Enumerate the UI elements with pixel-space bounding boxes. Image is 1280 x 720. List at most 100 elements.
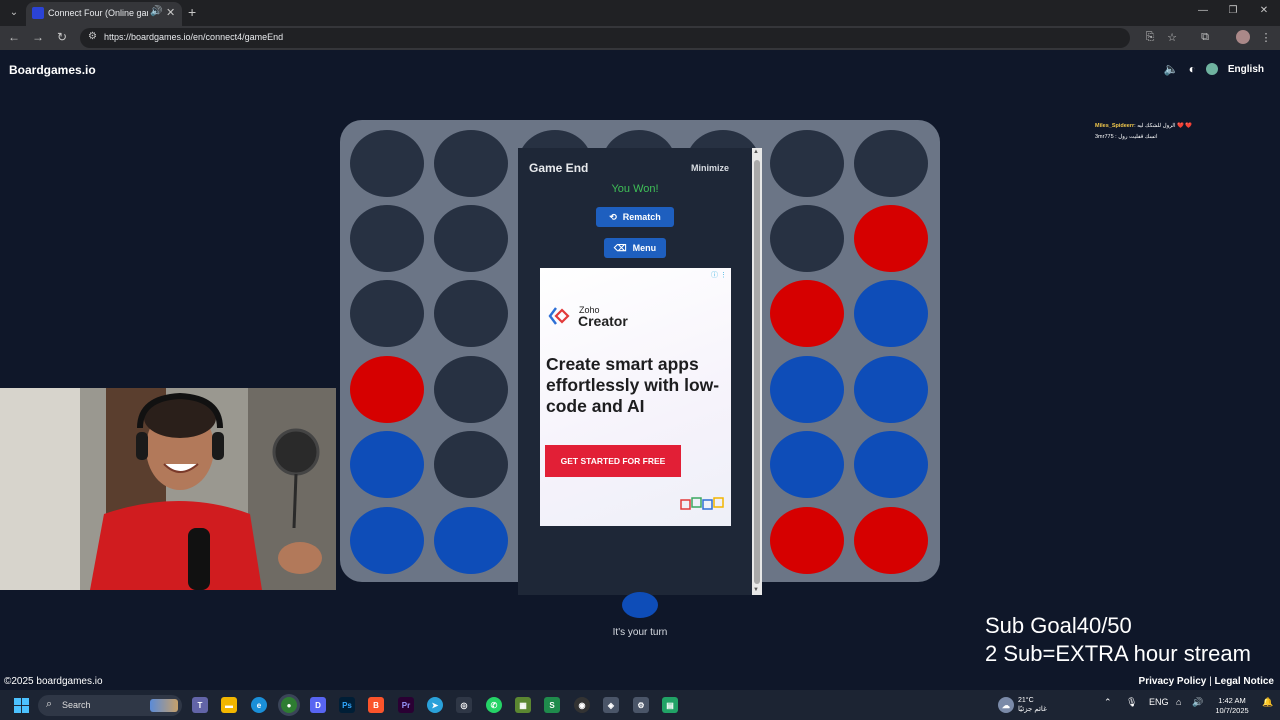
- board-slot-empty[interactable]: [854, 130, 928, 197]
- search-highlight-image: [150, 699, 178, 712]
- windows-taskbar: ⌕ Search T ▬ e ● D Ps B Pr ➤ ◎ ✆ ▦ S ◉ ◈…: [0, 690, 1280, 720]
- minecraft-icon[interactable]: ▦: [515, 697, 531, 713]
- site-info-icon[interactable]: ⚙: [88, 31, 97, 42]
- menu-button[interactable]: ⌫ Menu: [604, 238, 666, 258]
- board-disc-blue[interactable]: [770, 356, 844, 423]
- obs-icon[interactable]: ◉: [574, 697, 590, 713]
- windows-start-icon[interactable]: [14, 698, 29, 713]
- extensions-icon[interactable]: ⧉: [1198, 31, 1212, 44]
- board-slot-empty[interactable]: [434, 356, 508, 423]
- ad-choices-icon[interactable]: ⓘ ⋮: [711, 270, 727, 280]
- board-slot-empty[interactable]: [434, 431, 508, 498]
- board-disc-blue[interactable]: [854, 280, 928, 347]
- tab-list-chevron-icon[interactable]: ⌄: [6, 5, 22, 21]
- minimize-button[interactable]: Minimize: [691, 163, 729, 173]
- board-slot-empty[interactable]: [350, 130, 424, 197]
- telegram-icon[interactable]: ➤: [427, 697, 443, 713]
- site-logo[interactable]: Boardgames.io: [9, 63, 96, 77]
- new-tab-plus-icon[interactable]: +: [188, 4, 196, 20]
- microphone-icon[interactable]: 🎙: [1126, 697, 1137, 708]
- volume-icon[interactable]: 🔊: [1192, 697, 1203, 708]
- brave-icon[interactable]: B: [368, 697, 384, 713]
- language-selector[interactable]: English: [1228, 64, 1264, 75]
- window-minimize-icon[interactable]: —: [1196, 5, 1210, 16]
- app-icon[interactable]: ◈: [603, 697, 619, 713]
- board-slot-empty[interactable]: [770, 205, 844, 272]
- board-slot-empty[interactable]: [770, 130, 844, 197]
- scrollbar-thumb[interactable]: [754, 160, 760, 584]
- board-disc-blue[interactable]: [350, 431, 424, 498]
- window-restore-icon[interactable]: ❐: [1226, 5, 1240, 16]
- teams-icon[interactable]: T: [192, 697, 208, 713]
- board-slot-empty[interactable]: [434, 280, 508, 347]
- network-icon[interactable]: ⌂: [1176, 697, 1181, 707]
- bookmark-star-icon[interactable]: ☆: [1165, 31, 1179, 44]
- board-slot-empty[interactable]: [434, 205, 508, 272]
- sub-goal-line: Sub Goal40/50: [985, 613, 1132, 638]
- browser-menu-icon[interactable]: ⋮: [1259, 31, 1273, 44]
- spreadsheet-icon[interactable]: ▤: [662, 697, 678, 713]
- ad-headline: Create smart apps effortlessly with low-…: [546, 354, 720, 416]
- browser-tab-bar: ⌄ Connect Four (Online game 🔊 ✕ + — ❐ ✕: [0, 0, 1280, 26]
- whatsapp-icon[interactable]: ✆: [486, 697, 502, 713]
- footer-separator: |: [1206, 676, 1215, 687]
- sound-icon[interactable]: 🔈: [1164, 62, 1179, 76]
- browser-toolbar: ← → ↻ ⚙ https://boardgames.io/en/connect…: [0, 26, 1280, 50]
- url-text: https://boardgames.io/en/connect4/gameEn…: [104, 32, 284, 42]
- discord-icon[interactable]: D: [310, 697, 326, 713]
- chrome-icon[interactable]: ●: [281, 697, 297, 713]
- favicon-icon: [32, 7, 44, 19]
- notifications-icon[interactable]: 🔔: [1262, 697, 1273, 708]
- board-slot-empty[interactable]: [350, 205, 424, 272]
- board-slot-empty[interactable]: [434, 130, 508, 197]
- tray-chevron-icon[interactable]: ⌃: [1104, 697, 1112, 708]
- photoshop-icon[interactable]: Ps: [339, 697, 355, 713]
- board-disc-red[interactable]: [770, 280, 844, 347]
- clock-time: 1:42 AM: [1218, 696, 1246, 705]
- footer-copyright: ©2025 boardgames.io: [4, 676, 103, 687]
- panel-scrollbar[interactable]: ▲ ▼: [752, 148, 762, 595]
- xbox-icon[interactable]: ◎: [456, 697, 472, 713]
- rematch-button[interactable]: ⟲ Rematch: [596, 207, 674, 227]
- taskbar-clock[interactable]: 1:42 AM 10/7/2025: [1212, 696, 1252, 716]
- scroll-down-arrow-icon[interactable]: ▼: [753, 587, 759, 593]
- dark-mode-moon-icon[interactable]: ◐: [1189, 62, 1196, 76]
- globe-icon[interactable]: [1205, 63, 1218, 75]
- profile-avatar[interactable]: [1236, 30, 1250, 44]
- privacy-policy-link[interactable]: Privacy Policy: [1139, 676, 1207, 687]
- settings-gear-icon[interactable]: ⚙: [633, 697, 649, 713]
- weather-icon[interactable]: ☁: [998, 697, 1014, 713]
- tab-audio-icon[interactable]: 🔊: [150, 6, 162, 17]
- board-disc-blue[interactable]: [770, 431, 844, 498]
- board-disc-blue[interactable]: [350, 507, 424, 574]
- extra-hour-line: 2 Sub=EXTRA hour stream: [985, 641, 1251, 666]
- scroll-up-arrow-icon[interactable]: ▲: [753, 149, 759, 155]
- window-close-icon[interactable]: ✕: [1257, 5, 1271, 16]
- chat-text: : الرول للشكك ليه ❤️ ❤️: [1134, 123, 1193, 129]
- board-disc-blue[interactable]: [854, 431, 928, 498]
- board-disc-red[interactable]: [854, 205, 928, 272]
- board-disc-red[interactable]: [350, 356, 424, 423]
- legal-notice-link[interactable]: Legal Notice: [1215, 676, 1274, 687]
- board-disc-red[interactable]: [854, 507, 928, 574]
- tab-close-icon[interactable]: ✕: [166, 6, 175, 19]
- board-disc-red[interactable]: [770, 507, 844, 574]
- browser-tab[interactable]: Connect Four (Online game 🔊 ✕: [26, 2, 182, 26]
- edge-icon[interactable]: e: [251, 697, 267, 713]
- board-disc-blue[interactable]: [854, 356, 928, 423]
- input-language[interactable]: ENG: [1149, 697, 1169, 707]
- ad-cta-button[interactable]: GET STARTED FOR FREE: [545, 445, 681, 477]
- advertisement[interactable]: ⓘ ⋮ Zoho Creator Create smart apps effor…: [540, 268, 731, 526]
- board-disc-blue[interactable]: [434, 507, 508, 574]
- premiere-icon[interactable]: Pr: [398, 697, 414, 713]
- reload-icon[interactable]: ↻: [54, 30, 70, 44]
- cast-icon[interactable]: ⎘: [1143, 31, 1157, 44]
- taskbar-search[interactable]: ⌕ Search: [38, 695, 182, 716]
- board-slot-empty[interactable]: [350, 280, 424, 347]
- weather-widget[interactable]: 21°C غائم جزئيًا: [1018, 696, 1047, 714]
- address-bar[interactable]: ⚙ https://boardgames.io/en/connect4/game…: [80, 28, 1130, 48]
- file-explorer-icon[interactable]: ▬: [221, 697, 237, 713]
- forward-arrow-icon[interactable]: →: [30, 30, 46, 44]
- streamlabs-icon[interactable]: S: [544, 697, 560, 713]
- back-arrow-icon[interactable]: ←: [6, 30, 22, 44]
